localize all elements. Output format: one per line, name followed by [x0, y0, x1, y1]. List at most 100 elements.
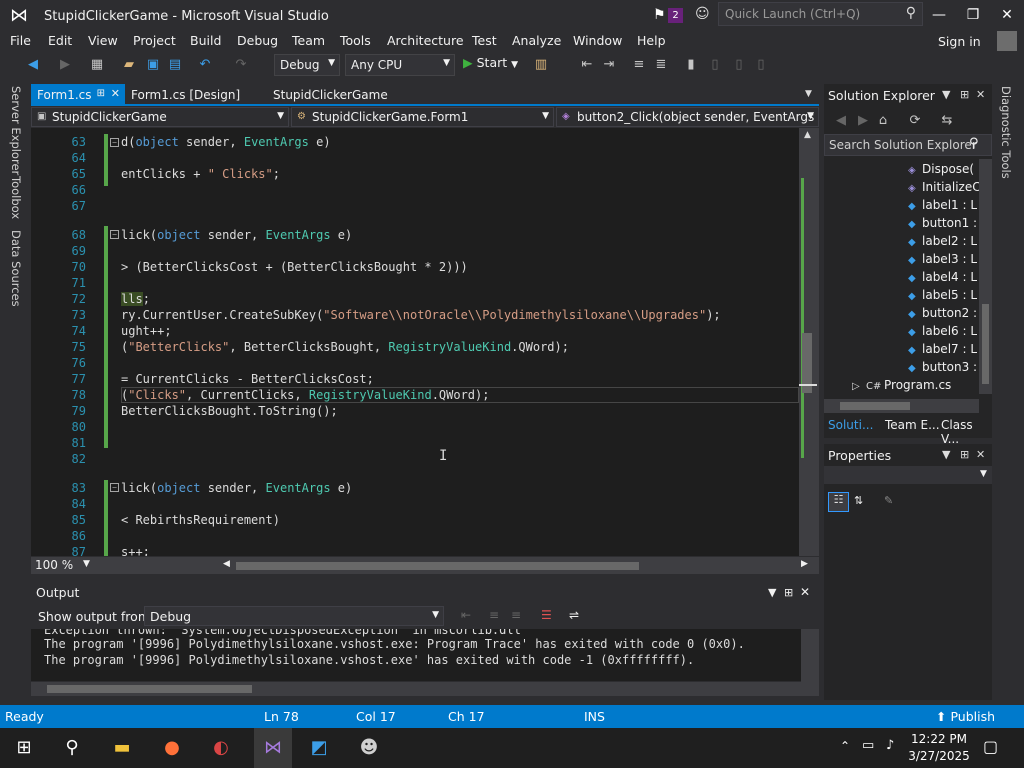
menu-architecture[interactable]: Architecture — [387, 33, 464, 48]
clock-date[interactable]: 3/27/2025 — [905, 749, 973, 763]
menu-help[interactable]: Help — [637, 33, 666, 48]
sign-in-link[interactable]: Sign in — [938, 34, 981, 49]
code-line[interactable]: entClicks + " Clicks"; — [121, 167, 280, 181]
step-icon[interactable]: ⇤ — [578, 56, 596, 74]
navigate-back-icon[interactable]: ◀ — [24, 56, 42, 74]
menu-project[interactable]: Project — [133, 33, 176, 48]
sync-icon[interactable]: ⟳ — [906, 112, 924, 130]
solution-platform-select[interactable]: Any CPU ▼ — [345, 54, 455, 76]
tab-stupidclickergame[interactable]: StupidClickerGame — [267, 84, 394, 105]
properties-object-select[interactable]: ▼ — [824, 466, 992, 484]
tab-overflow-icon[interactable]: ▼ — [805, 89, 812, 99]
property-pages-icon[interactable]: ✎ — [884, 494, 893, 507]
tree-item[interactable]: ◆ label3 : L — [908, 252, 977, 270]
code-line[interactable]: BetterClicksBought.ToString(); — [121, 404, 338, 418]
clock-time[interactable]: 12:22 PM — [905, 732, 973, 746]
bookmark-next-icon[interactable]: ▯ — [730, 56, 748, 74]
editor-vertical-scrollbar[interactable]: ▲ — [799, 128, 819, 556]
output-horizontal-scrollbar[interactable] — [31, 682, 801, 696]
member-select[interactable]: ◈ button2_Click(object sender, EventArgs… — [556, 107, 819, 127]
solution-horizontal-scrollbar[interactable] — [824, 399, 979, 413]
scroll-thumb[interactable] — [47, 685, 252, 693]
code-line[interactable]: ("BetterClicks", BetterClicksBought, Reg… — [121, 340, 569, 354]
code-line[interactable]: d(object sender, EventArgs e) — [121, 135, 331, 149]
feedback-icon[interactable]: ☺ — [695, 6, 710, 22]
code-line[interactable]: ("Clicks", CurrentClicks, RegistryValueK… — [121, 388, 489, 402]
menu-view[interactable]: View — [88, 33, 118, 48]
publish-button[interactable]: ⬆ Publish — [936, 709, 995, 724]
menu-build[interactable]: Build — [190, 33, 221, 48]
alphabetical-icon[interactable]: ⇅ — [854, 494, 863, 507]
tab-solution-explorer[interactable]: Soluti... — [828, 418, 873, 432]
notification-count-badge[interactable]: 2 — [668, 8, 683, 23]
find-message-icon[interactable]: ⇤ — [461, 608, 471, 622]
action-center-icon[interactable]: ▢ — [983, 737, 998, 756]
scroll-right-icon[interactable]: ▶ — [801, 559, 808, 569]
toolbox-icon[interactable]: ⇥ — [600, 56, 618, 74]
solution-vertical-scrollbar[interactable] — [979, 159, 992, 394]
menu-tools[interactable]: Tools — [340, 33, 371, 48]
collapse-icon[interactable]: − — [110, 138, 119, 147]
windows-start-icon[interactable]: ⊞ — [10, 734, 38, 762]
collapse-icon[interactable]: − — [110, 483, 119, 492]
start-debugging-button[interactable]: ▶ Start ▼ — [463, 55, 518, 70]
tree-item[interactable]: ◆ button2 : — [908, 306, 977, 324]
save-icon[interactable]: ▣ — [144, 56, 162, 74]
close-icon[interactable]: ✕ — [976, 88, 985, 101]
search-icon[interactable]: ⚲ — [906, 5, 916, 21]
chevron-down-icon[interactable]: ▼ — [768, 586, 776, 599]
bookmark-icon[interactable]: ▮ — [682, 56, 700, 74]
tree-item[interactable]: ◆ label2 : L — [908, 234, 977, 252]
save-all-icon[interactable]: ▤ — [166, 56, 184, 74]
collapse-icon[interactable]: − — [110, 230, 119, 239]
project-select[interactable]: ▣ StupidClickerGame ▼ — [31, 107, 289, 127]
scroll-left-icon[interactable]: ◀ — [223, 559, 230, 569]
tree-item[interactable]: ◆ label1 : L — [908, 198, 977, 216]
uncomment-icon[interactable]: ≣ — [652, 56, 670, 74]
tree-item[interactable]: ◆ label7 : L — [908, 342, 977, 360]
tab-form1-cs[interactable]: Form1.cs ⊞ ✕ — [31, 84, 125, 105]
clear-all-icon[interactable]: ☰ — [541, 608, 552, 622]
close-icon[interactable]: ✕ — [976, 448, 985, 461]
redo-icon[interactable]: ↷ — [232, 56, 250, 74]
word-wrap-icon[interactable]: ⇌ — [569, 608, 579, 622]
chevron-down-icon[interactable]: ▼ — [83, 559, 90, 569]
pin-icon[interactable]: ⊞ — [97, 88, 105, 99]
solution-search-input[interactable]: Search Solution Explorer ⚲ — [824, 134, 992, 156]
close-icon[interactable]: ✕ — [111, 87, 120, 100]
tree-item[interactable]: ◆ label6 : L — [908, 324, 977, 342]
forward-icon[interactable]: ▶ — [854, 112, 872, 130]
tree-item[interactable]: ◆ button1 : — [908, 216, 977, 234]
pin-icon[interactable]: ⊞ — [784, 586, 793, 599]
data-sources-tab[interactable]: Data Sources — [9, 230, 23, 307]
output-source-select[interactable]: Debug ▼ — [144, 606, 444, 626]
undo-icon[interactable]: ↶ — [196, 56, 214, 74]
minimize-button[interactable]: — — [922, 4, 956, 26]
menu-debug[interactable]: Debug — [237, 33, 278, 48]
output-vertical-scrollbar[interactable] — [801, 629, 819, 696]
pin-icon[interactable]: ⊞ — [960, 448, 969, 461]
zoom-level[interactable]: 100 % — [35, 558, 73, 572]
comment-icon[interactable]: ≡ — [630, 56, 648, 74]
app-taskbar-icon[interactable]: ◩ — [305, 734, 333, 762]
restore-button[interactable]: ❐ — [956, 4, 990, 26]
expand-arrow-icon[interactable]: ▷ — [852, 381, 866, 392]
code-editor[interactable]: − − − 63 d(object sender, EventArgs e) 6… — [31, 128, 799, 556]
tree-item[interactable]: ◈ InitializeC — [908, 180, 981, 198]
output-text-area[interactable]: Exception thrown: 'System.ObjectDisposed… — [31, 629, 801, 681]
refresh-icon[interactable]: ⇆ — [938, 112, 956, 130]
server-explorer-tab[interactable]: Server Explorer — [9, 86, 23, 175]
toolbox-tab[interactable]: Toolbox — [9, 176, 23, 219]
code-line[interactable]: < RebirthsRequirement) — [121, 513, 280, 527]
search-icon[interactable]: ⚲ — [969, 136, 979, 151]
tree-item[interactable]: ◆ label4 : L — [908, 270, 977, 288]
code-line[interactable]: > (BetterClicksCost + (BetterClicksBough… — [121, 260, 468, 274]
search-icon[interactable]: ⚲ — [58, 734, 86, 762]
scroll-thumb[interactable] — [840, 402, 910, 410]
tree-item[interactable]: ◈ Dispose( — [908, 162, 974, 180]
close-window-button[interactable]: ✕ — [990, 4, 1024, 26]
tree-item[interactable]: ◆ button3 : — [908, 360, 977, 378]
home-icon[interactable]: ⌂ — [874, 112, 892, 130]
bookmark-clear-icon[interactable]: ▯ — [752, 56, 770, 74]
tree-item-program-cs[interactable]: ▷ C# Program.cs — [852, 378, 951, 396]
